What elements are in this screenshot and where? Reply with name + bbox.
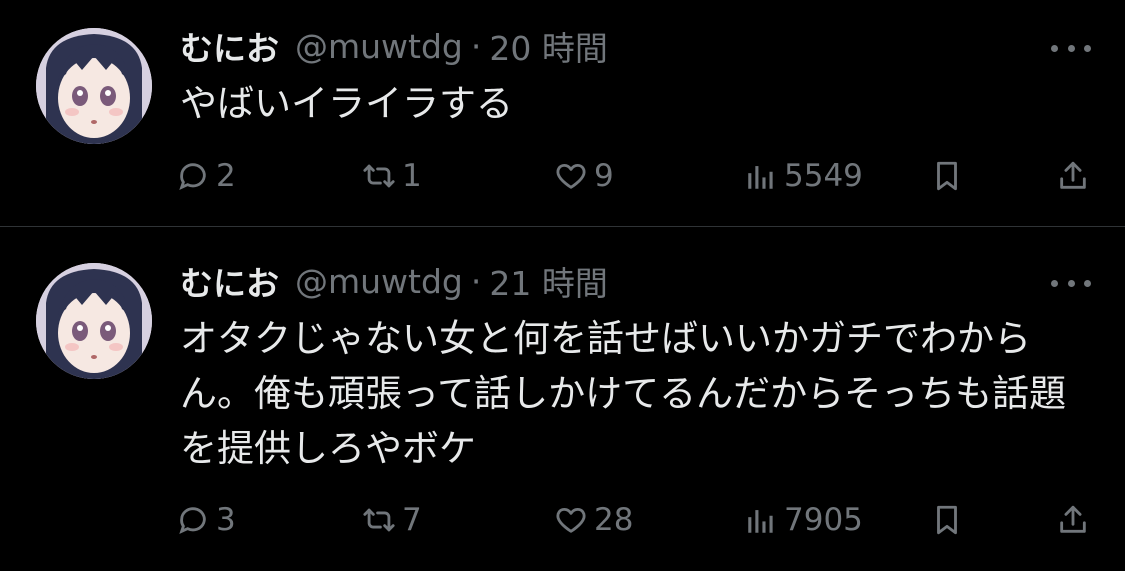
tweet-header: むにお @muwtdg · 21 時間: [180, 257, 608, 305]
user-handle[interactable]: @muwtdg: [295, 27, 463, 66]
avatar[interactable]: [36, 28, 152, 144]
heart-icon: [556, 507, 586, 533]
reply-count: 2: [216, 158, 236, 194]
tweet-header: むにお @muwtdg · 20 時間: [180, 22, 608, 70]
retweet-button[interactable]: 7: [362, 498, 422, 542]
tweet-text: オタクじゃない女と何を話せばいいかガチでわからん。俺も頑張って話しかけてるんだか…: [180, 317, 1067, 470]
like-button[interactable]: 28: [554, 498, 633, 542]
reply-button[interactable]: 2: [176, 154, 236, 198]
bookmark-button[interactable]: [930, 498, 970, 542]
views-chart-icon: [748, 510, 773, 533]
share-button[interactable]: [1056, 498, 1096, 542]
view-count: 7905: [784, 502, 863, 538]
tweet[interactable]: むにお @muwtdg · 20 時間 やばいイライラする 2 1 9 5549: [0, 0, 1125, 226]
separator: ·: [470, 26, 482, 66]
share-icon: [1060, 161, 1086, 189]
bookmark-button[interactable]: [930, 154, 970, 198]
retweet-count: 7: [402, 502, 422, 538]
reply-icon: [179, 163, 206, 190]
share-button[interactable]: [1056, 154, 1096, 198]
separator: ·: [470, 261, 482, 301]
views-chart-icon: [748, 166, 773, 189]
retweet-icon: [363, 164, 395, 188]
action-bar: 2 1 9 5549: [0, 154, 1125, 198]
more-dots-icon[interactable]: [1051, 273, 1091, 293]
tweet-text: やばいイライラする: [180, 82, 513, 125]
views-button[interactable]: 5549: [744, 154, 863, 198]
view-count: 5549: [784, 158, 863, 194]
reply-count: 3: [216, 502, 236, 538]
timestamp[interactable]: 21 時間: [489, 257, 607, 305]
bookmark-icon: [937, 161, 957, 191]
bookmark-icon: [937, 505, 957, 535]
retweet-icon: [363, 508, 395, 532]
display-name[interactable]: むにお: [180, 22, 279, 70]
timeline: むにお @muwtdg · 20 時間 やばいイライラする 2 1 9 5549…: [0, 0, 1125, 571]
retweet-count: 1: [402, 158, 422, 194]
display-name[interactable]: むにお: [180, 257, 279, 305]
heart-icon: [556, 163, 586, 189]
more-dots-icon[interactable]: [1051, 38, 1091, 58]
action-bar: 3 7 28 7905: [0, 498, 1125, 542]
like-button[interactable]: 9: [554, 154, 614, 198]
retweet-button[interactable]: 1: [362, 154, 422, 198]
like-count: 28: [594, 502, 634, 538]
timestamp[interactable]: 20 時間: [489, 22, 607, 70]
user-handle[interactable]: @muwtdg: [295, 262, 463, 301]
tweet[interactable]: むにお @muwtdg · 21 時間 オタクじゃない女と何を話せばいいかガチで…: [0, 227, 1125, 571]
like-count: 9: [594, 158, 614, 194]
reply-icon: [179, 507, 206, 534]
avatar[interactable]: [36, 263, 152, 379]
share-icon: [1060, 505, 1086, 533]
reply-button[interactable]: 3: [176, 498, 236, 542]
views-button[interactable]: 7905: [744, 498, 863, 542]
